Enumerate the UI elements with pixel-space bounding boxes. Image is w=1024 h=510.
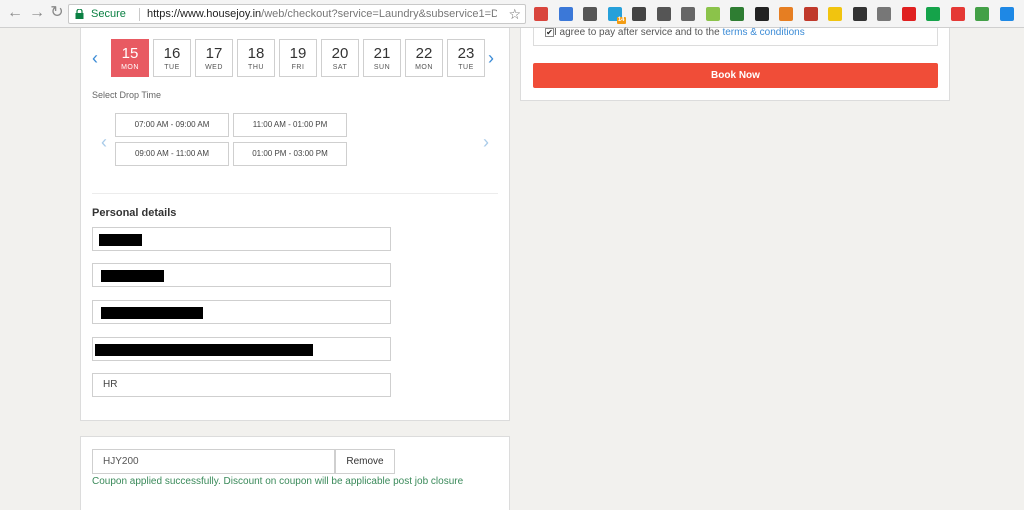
date-number: 15: [121, 45, 139, 62]
m-icon[interactable]: [632, 7, 646, 21]
wr-icon[interactable]: [852, 7, 867, 21]
slots-next-chevron-icon[interactable]: ›: [483, 133, 489, 151]
book-now-button[interactable]: Book Now: [533, 63, 938, 88]
date-15[interactable]: 15 MON: [111, 39, 149, 77]
redaction-bar: [101, 270, 164, 282]
dates-prev-chevron-icon[interactable]: ‹: [92, 49, 98, 67]
date-21[interactable]: 21 SUN: [363, 39, 401, 77]
chart-icon[interactable]: [779, 7, 793, 21]
g-icon[interactable]: [926, 7, 940, 21]
schedule-personal-card: [80, 28, 510, 421]
redaction-bar: [95, 344, 313, 356]
date-number: 22: [415, 45, 433, 62]
reload-icon[interactable]: ↻: [48, 4, 66, 22]
secure-label: Secure: [91, 8, 126, 20]
date-number: 23: [457, 45, 475, 62]
ip-icon[interactable]: [877, 7, 891, 21]
remove-coupon-button[interactable]: Remove: [335, 449, 395, 474]
state-field[interactable]: HR: [92, 373, 391, 397]
agree-checkbox[interactable]: ✔: [545, 28, 554, 37]
date-weekday: TUE: [458, 64, 474, 71]
redaction-bar: [99, 234, 142, 246]
cloud-icon[interactable]: [583, 7, 597, 21]
tree-icon[interactable]: [975, 7, 989, 21]
phone-field[interactable]: [92, 300, 391, 324]
i-icon[interactable]: [730, 7, 744, 21]
k-icon[interactable]: [754, 7, 769, 21]
a-icon[interactable]: [999, 7, 1014, 21]
lock-icon: [75, 9, 84, 19]
url-path: /web/checkout?service=Laundry&subservice…: [261, 8, 497, 20]
url-host: https://www.housejoy.in: [147, 8, 262, 20]
url-text: https://www.housejoy.in/web/checkout?ser…: [147, 8, 497, 20]
link-blue-icon[interactable]: [558, 7, 573, 21]
date-weekday: WED: [205, 64, 223, 71]
date-20[interactable]: 20 SAT: [321, 39, 359, 77]
m-red-icon[interactable]: [901, 7, 916, 21]
browser-toolbar: ← → ↻ Secure https://www.housejoy.in/web…: [0, 0, 1024, 28]
name-field[interactable]: [92, 227, 391, 251]
date-number: 21: [373, 45, 391, 62]
date-number: 20: [331, 45, 349, 62]
date-number: 16: [163, 45, 181, 62]
address-separator: [139, 8, 140, 21]
terms-link[interactable]: terms & conditions: [722, 27, 804, 38]
section-divider: [92, 193, 498, 194]
date-weekday: MON: [415, 64, 433, 71]
date-number: 17: [205, 45, 223, 62]
personal-details-title: Personal details: [92, 207, 177, 219]
date-weekday: FRI: [291, 64, 305, 71]
extension-badge: 14: [616, 17, 626, 24]
star-red-icon[interactable]: [950, 7, 965, 21]
date-number: 18: [247, 45, 265, 62]
email-field[interactable]: [92, 263, 391, 287]
coupon-input[interactable]: HJY200: [92, 449, 335, 474]
date-18[interactable]: 18 THU: [237, 39, 275, 77]
date-weekday: TUE: [164, 64, 180, 71]
date-17[interactable]: 17 WED: [195, 39, 233, 77]
address-field[interactable]: [92, 337, 391, 361]
back-arrow-icon[interactable]: ←: [6, 4, 24, 22]
drop-slot-0900[interactable]: 09:00 AM - 11:00 AM: [115, 142, 229, 166]
s-icon[interactable]: [803, 7, 818, 21]
agree-text: I agree to pay after service and to the …: [554, 27, 805, 38]
date-22[interactable]: 22 MON: [405, 39, 443, 77]
agree-text-label: I agree to pay after service and to the: [554, 27, 723, 38]
ghost-icon[interactable]: 14: [607, 7, 626, 24]
date-weekday: SAT: [332, 64, 348, 71]
bookmark-red-icon[interactable]: [534, 7, 548, 21]
drop-slot-0700[interactable]: 07:00 AM - 09:00 AM: [115, 113, 229, 137]
bulb-icon[interactable]: [828, 7, 842, 21]
bookmark-star-icon[interactable]: ☆: [508, 6, 521, 23]
redaction-bar: [101, 307, 203, 319]
date-number: 19: [289, 45, 307, 62]
date-weekday: MON: [121, 64, 139, 71]
forward-arrow-icon[interactable]: →: [28, 4, 46, 22]
slots-prev-chevron-icon[interactable]: ‹: [101, 133, 107, 151]
date-16[interactable]: 16 TUE: [153, 39, 191, 77]
coupon-success-message: Coupon applied successfully. Discount on…: [92, 476, 464, 487]
date-19[interactable]: 19 FRI: [279, 39, 317, 77]
date-23[interactable]: 23 TUE: [447, 39, 485, 77]
state-field-value: HR: [103, 379, 118, 390]
q-icon[interactable]: [656, 7, 671, 21]
date-weekday: THU: [248, 64, 264, 71]
drop-slot-1300[interactable]: 01:00 PM - 03:00 PM: [233, 142, 347, 166]
circle-icon[interactable]: [681, 7, 695, 21]
date-weekday: SUN: [373, 64, 391, 71]
drop-time-label: Select Drop Time: [92, 90, 162, 100]
gear-icon[interactable]: [705, 7, 720, 21]
address-bar[interactable]: Secure https://www.housejoy.in/web/check…: [68, 4, 526, 24]
dates-next-chevron-icon[interactable]: ›: [488, 49, 494, 67]
drop-slot-1100[interactable]: 11:00 AM - 01:00 PM: [233, 113, 347, 137]
